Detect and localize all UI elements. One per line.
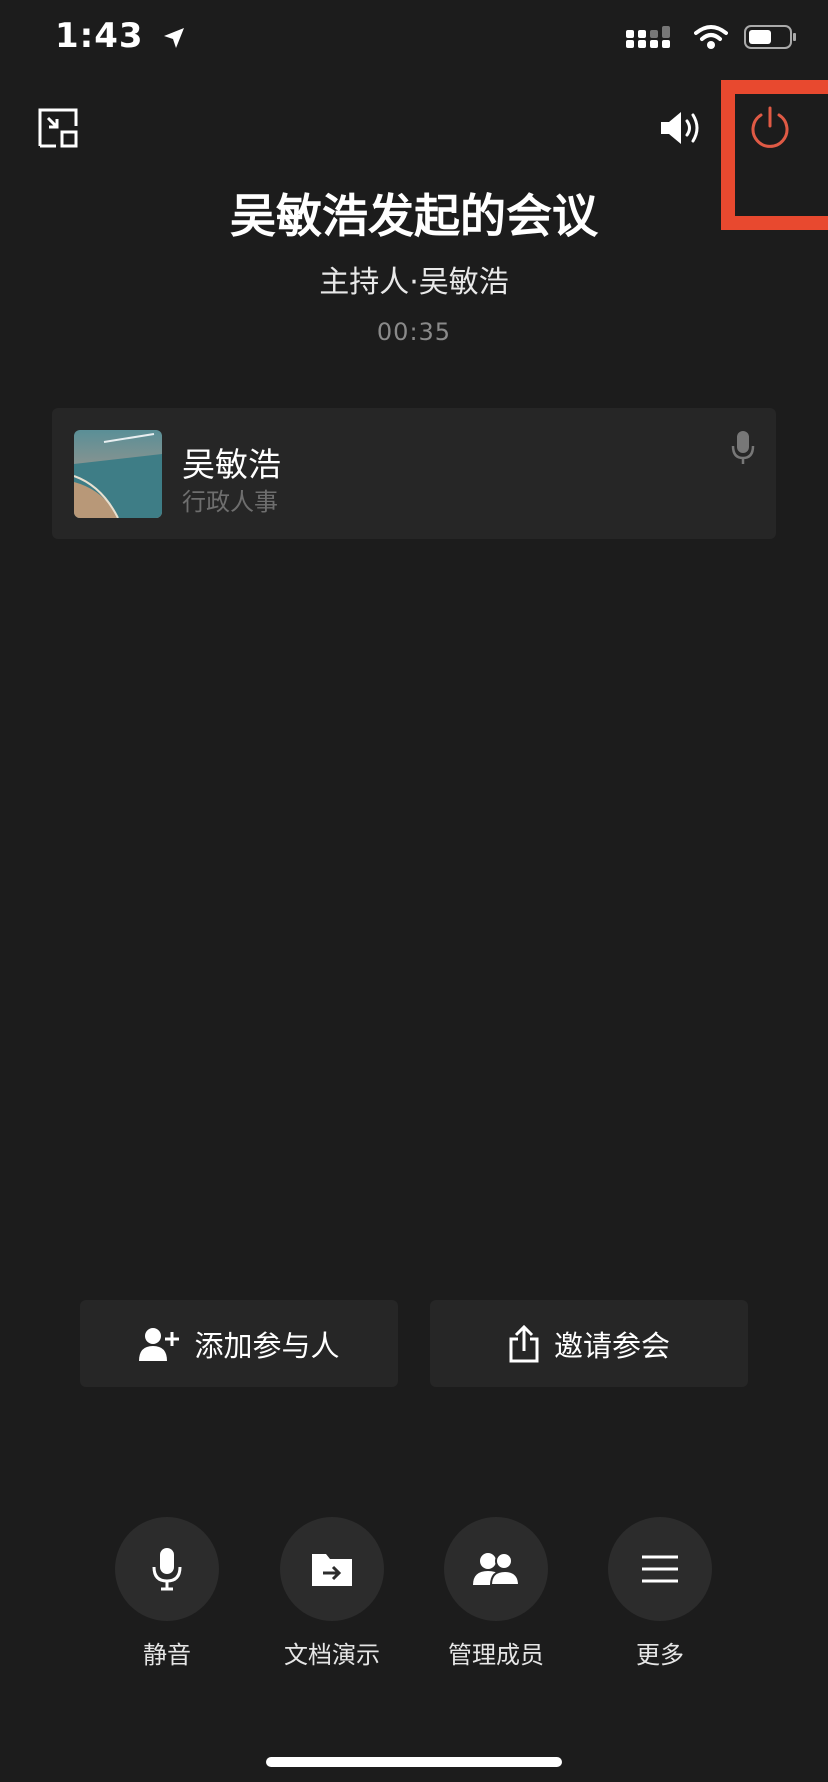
microphone-icon <box>152 1548 182 1591</box>
share-icon <box>509 1324 539 1362</box>
home-indicator[interactable] <box>266 1757 562 1767</box>
doc-present-label: 文档演示 <box>284 1641 380 1669</box>
participant-name: 吴敏浩 <box>182 445 281 484</box>
clock-text: 1:43 <box>55 16 144 56</box>
menu-icon <box>642 1555 678 1583</box>
battery-icon <box>744 25 796 49</box>
wifi-icon <box>694 25 728 49</box>
speaker-button[interactable] <box>652 98 712 158</box>
speaker-icon <box>661 112 699 144</box>
host-label: 主持人·吴敏浩 <box>319 265 509 300</box>
minimize-window-button[interactable] <box>28 98 88 158</box>
participant-card[interactable]: 吴敏浩 行政人事 <box>52 408 776 539</box>
doc-present-control[interactable]: 文档演示 <box>280 1517 384 1670</box>
more-control[interactable]: 更多 <box>608 1517 712 1670</box>
invite-button[interactable]: 邀请参会 <box>430 1300 748 1387</box>
manage-members-label: 管理成员 <box>448 1641 544 1669</box>
meeting-title: 吴敏浩发起的会议 <box>230 189 598 243</box>
mute-control[interactable]: 静音 <box>115 1517 219 1670</box>
microphone-icon <box>731 431 755 464</box>
manage-members-control[interactable]: 管理成员 <box>444 1517 548 1670</box>
members-icon <box>473 1552 521 1586</box>
call-timer: 00:35 <box>376 318 452 346</box>
cellular-signal-icon <box>626 26 670 48</box>
invite-label: 邀请参会 <box>553 1328 670 1363</box>
manage-members-button[interactable] <box>444 1517 548 1621</box>
folder-share-icon <box>312 1554 352 1586</box>
mute-button[interactable] <box>115 1517 219 1621</box>
add-participant-label: 添加参与人 <box>194 1328 340 1363</box>
add-person-icon <box>139 1327 180 1361</box>
doc-present-button[interactable] <box>280 1517 384 1621</box>
more-label: 更多 <box>636 1641 684 1669</box>
location-arrow-icon <box>164 27 185 48</box>
minimize-icon <box>38 108 78 148</box>
status-time: 1:43 <box>55 16 186 56</box>
status-icons <box>626 24 798 50</box>
more-button[interactable] <box>608 1517 712 1621</box>
add-participant-button[interactable]: 添加参与人 <box>80 1300 398 1387</box>
mute-label: 静音 <box>143 1641 191 1669</box>
participant-department: 行政人事 <box>182 488 278 516</box>
avatar <box>74 430 162 518</box>
